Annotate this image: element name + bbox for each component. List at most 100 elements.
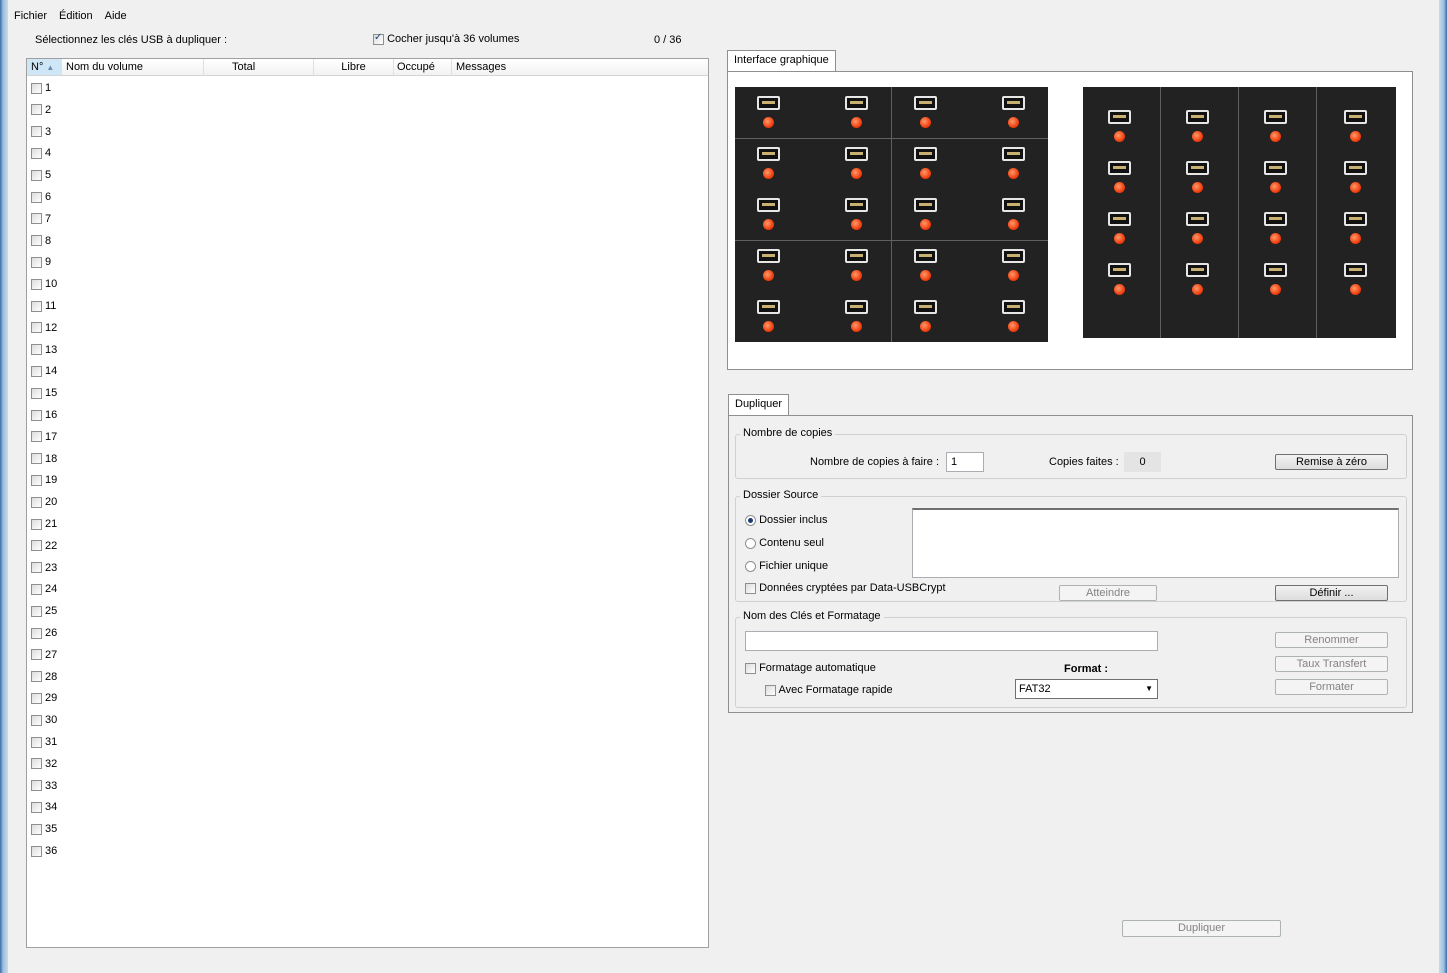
radio-included-folder[interactable] — [745, 514, 756, 526]
usb-port-icon[interactable] — [914, 147, 937, 161]
check-up-to-option[interactable]: Cocher jusqu'à 36 volumes — [373, 32, 519, 45]
volume-row[interactable]: 28 — [31, 669, 57, 685]
volume-checkbox[interactable] — [31, 474, 42, 486]
volume-checkbox[interactable] — [31, 169, 42, 181]
volume-checkbox[interactable] — [31, 104, 42, 116]
volume-row[interactable]: 21 — [31, 516, 57, 532]
menu-edit[interactable]: Édition — [53, 8, 99, 22]
usb-port-icon[interactable] — [1264, 161, 1287, 175]
usb-port-icon[interactable] — [845, 96, 868, 110]
volume-row[interactable]: 1 — [31, 80, 51, 96]
usb-port-icon[interactable] — [1002, 96, 1025, 110]
volume-checkbox[interactable] — [31, 453, 42, 465]
volume-row[interactable]: 31 — [31, 734, 57, 750]
usb-port-icon[interactable] — [1108, 212, 1131, 226]
duplicate-button[interactable]: Dupliquer — [1122, 920, 1281, 937]
quick-format-option[interactable]: Avec Formatage rapide — [765, 684, 893, 696]
volume-checkbox[interactable] — [31, 780, 42, 792]
volume-row[interactable]: 5 — [31, 167, 51, 183]
reset-button[interactable]: Remise à zéro — [1275, 454, 1388, 470]
goto-button[interactable]: Atteindre — [1059, 585, 1157, 601]
source-path-field[interactable] — [912, 508, 1399, 578]
usb-port-icon[interactable] — [1108, 263, 1131, 277]
usb-port-icon[interactable] — [1186, 161, 1209, 175]
usb-port-icon[interactable] — [1002, 249, 1025, 263]
volume-row[interactable]: 6 — [31, 189, 51, 205]
volume-checkbox[interactable] — [31, 213, 42, 225]
auto-format-option[interactable]: Formatage automatique — [745, 662, 876, 674]
usb-port-icon[interactable] — [1186, 263, 1209, 277]
volume-row[interactable]: 33 — [31, 778, 57, 794]
volume-row[interactable]: 29 — [31, 690, 57, 706]
menu-help[interactable]: Aide — [99, 8, 133, 22]
volume-row[interactable]: 19 — [31, 472, 57, 488]
usb-port-icon[interactable] — [757, 300, 780, 314]
usb-port-icon[interactable] — [1344, 110, 1367, 124]
volume-row[interactable]: 15 — [31, 385, 57, 401]
volume-checkbox[interactable] — [31, 409, 42, 421]
usb-port-icon[interactable] — [1264, 263, 1287, 277]
volume-row[interactable]: 23 — [31, 560, 57, 576]
column-free[interactable]: Libre — [314, 59, 394, 75]
option-included-folder[interactable]: Dossier inclus — [745, 514, 828, 526]
volume-checkbox[interactable] — [31, 365, 42, 377]
volume-checkbox[interactable] — [31, 191, 42, 203]
volume-checkbox[interactable] — [31, 736, 42, 748]
key-name-field[interactable] — [745, 631, 1158, 651]
volume-row[interactable]: 8 — [31, 233, 51, 249]
volume-row[interactable]: 11 — [31, 298, 56, 314]
volume-checkbox[interactable] — [31, 344, 42, 356]
column-total[interactable]: Total — [204, 59, 314, 75]
volume-checkbox[interactable] — [31, 431, 42, 443]
usb-port-icon[interactable] — [757, 96, 780, 110]
volume-checkbox[interactable] — [31, 540, 42, 552]
volume-checkbox[interactable] — [31, 649, 42, 661]
volume-row[interactable]: 2 — [31, 102, 51, 118]
volume-row[interactable]: 26 — [31, 625, 57, 641]
volume-row[interactable]: 30 — [31, 712, 57, 728]
volume-row[interactable]: 12 — [31, 320, 57, 336]
usb-port-icon[interactable] — [914, 300, 937, 314]
volume-row[interactable]: 34 — [31, 799, 57, 815]
volume-checkbox[interactable] — [31, 671, 42, 683]
volume-checkbox[interactable] — [31, 147, 42, 159]
auto-format-checkbox[interactable] — [745, 662, 756, 674]
volume-row[interactable]: 18 — [31, 451, 57, 467]
radio-single-file[interactable] — [745, 560, 756, 572]
encrypted-data-option[interactable]: Données cryptées par Data-USBCrypt — [745, 582, 946, 594]
rename-button[interactable]: Renommer — [1275, 632, 1388, 648]
volume-checkbox[interactable] — [31, 605, 42, 617]
usb-port-icon[interactable] — [914, 249, 937, 263]
volume-checkbox[interactable] — [31, 845, 42, 857]
volume-row[interactable]: 27 — [31, 647, 57, 663]
volume-row[interactable]: 14 — [31, 363, 57, 379]
volume-checkbox[interactable] — [31, 801, 42, 813]
column-messages[interactable]: Messages — [452, 59, 708, 75]
usb-port-icon[interactable] — [1002, 198, 1025, 212]
volume-checkbox[interactable] — [31, 823, 42, 835]
quick-format-checkbox[interactable] — [765, 684, 776, 696]
volume-checkbox[interactable] — [31, 278, 42, 290]
volume-row[interactable]: 10 — [31, 276, 57, 292]
radio-content-only[interactable] — [745, 537, 756, 549]
volume-checkbox[interactable] — [31, 758, 42, 770]
volumes-list[interactable]: N° ▲ Nom du volume Total Libre Occupé Me… — [26, 58, 709, 948]
tab-graphic-interface[interactable]: Interface graphique — [727, 50, 836, 72]
volume-checkbox[interactable] — [31, 126, 42, 138]
check-up-to-checkbox[interactable] — [373, 32, 384, 45]
copies-to-make-field[interactable]: 1 — [946, 452, 984, 472]
usb-port-icon[interactable] — [1002, 147, 1025, 161]
usb-port-icon[interactable] — [845, 249, 868, 263]
volume-checkbox[interactable] — [31, 82, 42, 94]
encrypted-data-checkbox[interactable] — [745, 582, 756, 594]
format-button[interactable]: Formater — [1275, 679, 1388, 695]
volume-row[interactable]: 4 — [31, 145, 51, 161]
usb-port-icon[interactable] — [845, 300, 868, 314]
volume-row[interactable]: 25 — [31, 603, 57, 619]
volume-row[interactable]: 32 — [31, 756, 57, 772]
column-used[interactable]: Occupé — [394, 59, 452, 75]
volume-checkbox[interactable] — [31, 387, 42, 399]
tab-duplicate[interactable]: Dupliquer — [728, 394, 790, 416]
transfer-rate-button[interactable]: Taux Transfert — [1275, 656, 1388, 672]
usb-port-icon[interactable] — [1344, 161, 1367, 175]
